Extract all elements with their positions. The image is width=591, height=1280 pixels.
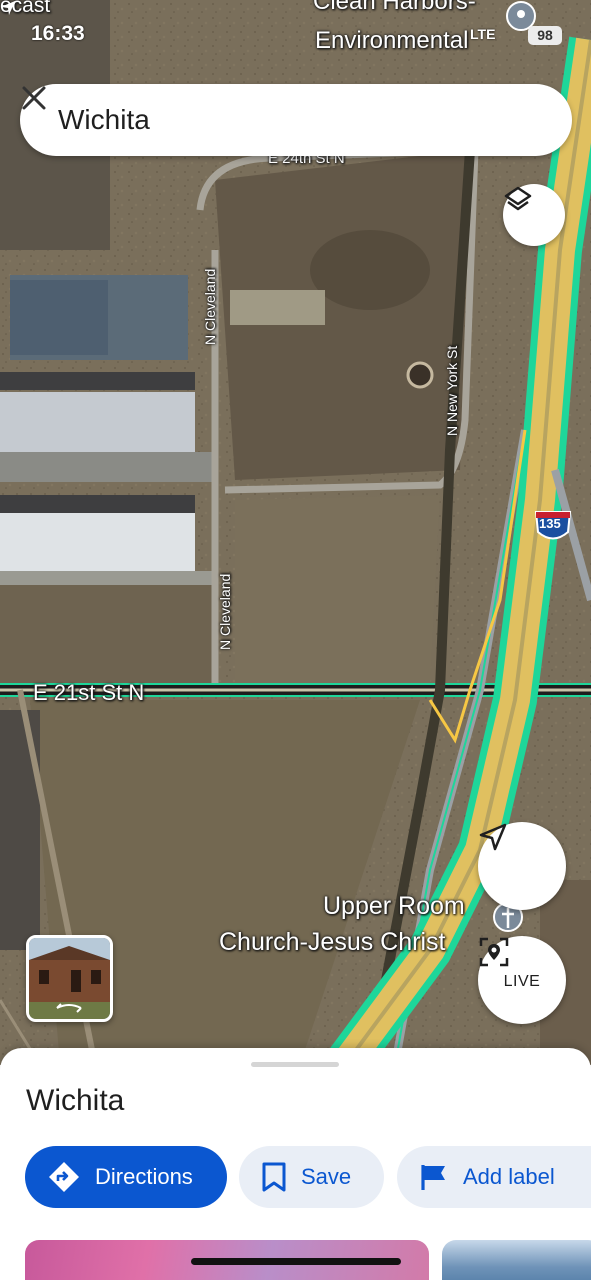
poi-label[interactable]: Environmental (315, 27, 468, 55)
layers-button[interactable] (503, 184, 565, 246)
place-title: Wichita (26, 1084, 125, 1117)
save-label: Save (301, 1164, 352, 1189)
navigation-arrow-icon (479, 823, 507, 851)
search-input[interactable]: Wichita (58, 104, 150, 136)
interstate-shield: 135 (539, 516, 561, 531)
live-label: LIVE (503, 973, 541, 990)
street-label: N New York St (444, 345, 460, 436)
drag-handle[interactable] (251, 1062, 339, 1067)
directions-button[interactable]: Directions (25, 1146, 227, 1208)
street-view-thumbnail[interactable] (26, 935, 113, 1022)
location-arrow-icon (1, 1, 15, 15)
save-button[interactable]: Save (239, 1146, 384, 1208)
layers-icon (504, 186, 532, 211)
street-view-image (29, 938, 110, 1019)
poi-label[interactable]: Clean Harbors- (313, 0, 476, 16)
place-photo[interactable] (442, 1240, 591, 1280)
street-label: E 21st St N (33, 680, 145, 705)
street-label: N Cleveland (202, 268, 218, 345)
network-indicator: LTE (470, 26, 496, 42)
search-bar[interactable]: Wichita (20, 84, 572, 156)
add-label-text: Add label (463, 1164, 555, 1189)
live-view-button[interactable]: LIVE (478, 936, 566, 1024)
poi-label[interactable]: Upper Room (323, 892, 465, 921)
status-time: 16:33 (31, 22, 85, 45)
poi-label[interactable]: Church-Jesus Christ (219, 928, 445, 957)
live-view-icon (479, 937, 509, 967)
flag-icon (421, 1165, 445, 1190)
battery-indicator: 98 (528, 26, 562, 45)
add-label-button[interactable]: Add label (397, 1146, 591, 1208)
satellite-map[interactable]: Clean Harbors- Environmental E 24th St N… (0, 0, 591, 1065)
place-bottom-sheet[interactable]: Wichita Directions Save Add label (0, 1048, 591, 1280)
home-indicator[interactable] (191, 1258, 401, 1265)
directions-label: Directions (95, 1164, 193, 1189)
directions-icon (49, 1162, 79, 1192)
street-label: N Cleveland (217, 573, 233, 650)
close-icon[interactable] (20, 84, 48, 112)
my-location-button[interactable] (478, 822, 566, 910)
bookmark-icon (262, 1162, 286, 1192)
